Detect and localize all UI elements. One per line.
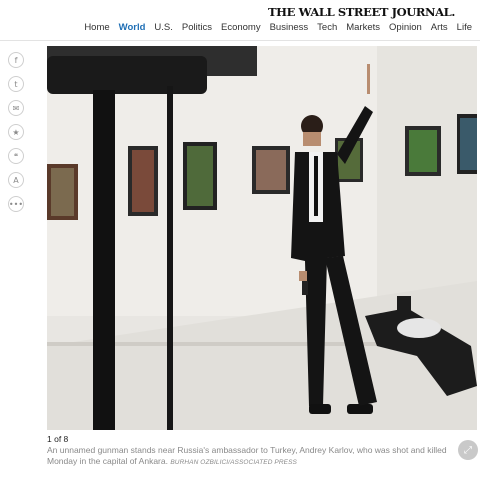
- share-rail: f t ✉ ★ ❝ A •••: [8, 52, 24, 212]
- facebook-icon[interactable]: f: [8, 52, 24, 68]
- nav-item-opinion[interactable]: Opinion: [389, 22, 422, 38]
- bookmark-star-icon[interactable]: ★: [8, 124, 24, 140]
- expand-icon[interactable]: ⤢: [458, 440, 478, 460]
- slide-counter: 1 of 8: [47, 434, 69, 444]
- email-icon[interactable]: ✉: [8, 100, 24, 116]
- twitter-icon[interactable]: t: [8, 76, 24, 92]
- nav-item-politics[interactable]: Politics: [182, 22, 212, 38]
- nav-item-business[interactable]: Business: [270, 22, 309, 38]
- nav-item-tech[interactable]: Tech: [317, 22, 337, 38]
- slideshow-photo[interactable]: [47, 46, 477, 430]
- nav-item-us[interactable]: U.S.: [154, 22, 172, 38]
- masthead-logo[interactable]: THE WALL STREET JOURNAL.: [268, 5, 455, 19]
- photo-caption: An unnamed gunman stands near Russia's a…: [47, 445, 447, 468]
- more-icon[interactable]: •••: [8, 196, 24, 212]
- gallery-scene-illustration: [47, 46, 477, 430]
- nav-item-home[interactable]: Home: [84, 22, 109, 38]
- nav-item-economy[interactable]: Economy: [221, 22, 261, 38]
- nav-item-markets[interactable]: Markets: [346, 22, 380, 38]
- nav-divider: [0, 40, 480, 41]
- nav-item-life[interactable]: Life: [457, 22, 472, 38]
- comment-icon[interactable]: ❝: [8, 148, 24, 164]
- nav-item-world[interactable]: World: [119, 22, 146, 38]
- section-nav: Home World U.S. Politics Economy Busines…: [75, 22, 472, 38]
- nav-item-arts[interactable]: Arts: [431, 22, 448, 38]
- text-size-icon[interactable]: A: [8, 172, 24, 188]
- photo-credit: BURHAN OZBILICI/ASSOCIATED PRESS: [170, 459, 297, 466]
